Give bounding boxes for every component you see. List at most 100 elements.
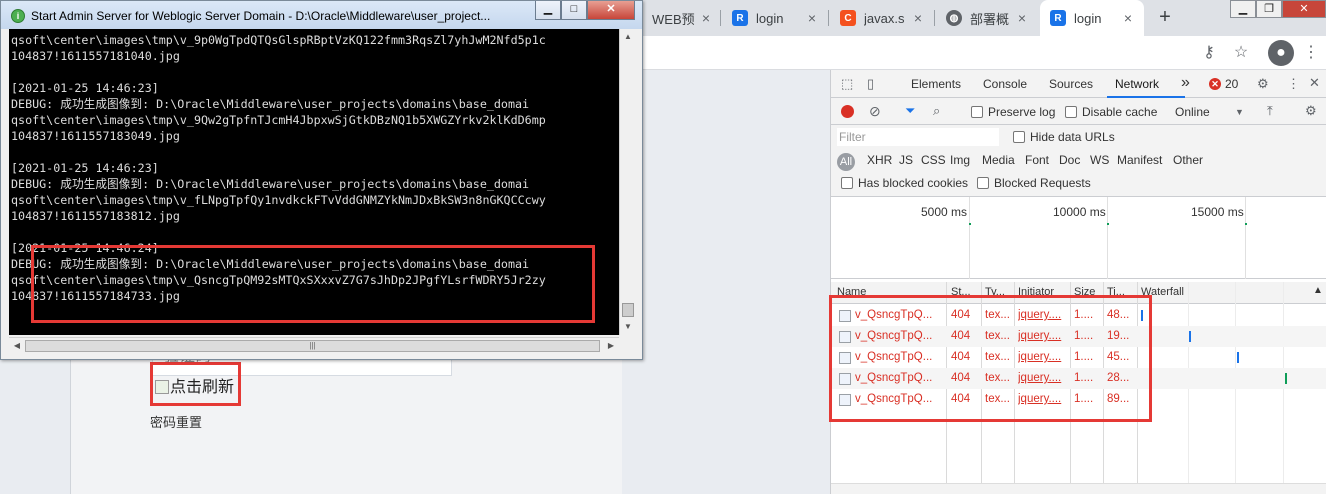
network-settings-gear-icon[interactable]: ⚙ bbox=[1305, 104, 1317, 118]
close-icon[interactable]: × bbox=[910, 10, 926, 26]
close-window-icon[interactable]: ✕ bbox=[1282, 0, 1326, 18]
console-horizontal-scrollbar[interactable]: ◀ ||| ▶ bbox=[9, 337, 619, 354]
type-filter-css[interactable]: CSS bbox=[921, 153, 946, 167]
error-count[interactable]: 20 bbox=[1225, 77, 1238, 91]
throttle-select[interactable]: Online bbox=[1175, 105, 1210, 119]
close-icon[interactable]: ✕ bbox=[587, 1, 635, 20]
type-filter-media[interactable]: Media bbox=[982, 153, 1015, 167]
request-initiator-link[interactable]: jquery.... bbox=[1018, 351, 1068, 363]
has-blocked-cookies-checkbox[interactable] bbox=[841, 177, 853, 189]
request-initiator-link[interactable]: jquery.... bbox=[1018, 309, 1068, 321]
blocked-requests-checkbox[interactable] bbox=[977, 177, 989, 189]
filter-input[interactable]: Filter bbox=[837, 128, 999, 146]
request-row[interactable]: v_QsncgTpQ... 404 tex... jquery.... 1.... 28.… bbox=[831, 368, 1326, 389]
restore-icon[interactable]: ❐ bbox=[1256, 0, 1282, 18]
request-initiator-link[interactable]: jquery.... bbox=[1018, 372, 1068, 384]
type-filter-other[interactable]: Other bbox=[1173, 153, 1203, 167]
type-filter-img[interactable]: Img bbox=[950, 153, 970, 167]
menu-dots-icon[interactable]: ⋮ bbox=[1287, 77, 1300, 91]
close-icon[interactable]: × bbox=[1120, 10, 1136, 26]
type-filter-js[interactable]: JS bbox=[899, 153, 913, 167]
minimize-icon[interactable]: ▁ bbox=[1230, 0, 1256, 18]
type-filter-all[interactable]: All bbox=[837, 153, 855, 171]
type-filter-xhr[interactable]: XHR bbox=[867, 153, 892, 167]
request-initiator-link[interactable]: jquery.... bbox=[1018, 330, 1068, 342]
has-blocked-cookies-label: Has blocked cookies bbox=[858, 176, 969, 190]
preserve-log-checkbox[interactable] bbox=[971, 106, 983, 118]
request-name: v_QsncgTpQ... bbox=[855, 330, 933, 342]
filter-funnel-icon[interactable]: ⏷ bbox=[905, 104, 915, 118]
disable-cache-label: Disable cache bbox=[1082, 105, 1158, 119]
browser-tab-deploy[interactable]: ◍ 部署概 × bbox=[936, 0, 1038, 36]
type-filter-font[interactable]: Font bbox=[1025, 153, 1049, 167]
chevron-down-icon[interactable]: ▼ bbox=[1235, 105, 1244, 119]
captcha-image[interactable]: 点击刷新 bbox=[150, 362, 241, 406]
close-icon[interactable]: × bbox=[804, 10, 820, 26]
tab-console[interactable]: Console bbox=[983, 77, 1027, 91]
console-window-title: Start Admin Server for Weblogic Server D… bbox=[31, 9, 491, 23]
disable-cache-checkbox[interactable] bbox=[1065, 106, 1077, 118]
bookmark-star-icon[interactable]: ☆ bbox=[1230, 42, 1252, 64]
maximize-icon[interactable]: □ bbox=[561, 1, 587, 20]
type-filter-ws[interactable]: WS bbox=[1090, 153, 1109, 167]
scroll-down-icon[interactable]: ▼ bbox=[620, 319, 636, 335]
browser-tab-login[interactable]: R login × bbox=[722, 0, 828, 36]
inspect-element-icon[interactable]: ⬚ bbox=[841, 77, 853, 91]
device-toolbar-icon[interactable]: ▯ bbox=[867, 77, 874, 91]
browser-tab-web[interactable]: WEB预 × bbox=[642, 0, 718, 36]
tab-network[interactable]: Network bbox=[1115, 77, 1159, 91]
more-tabs-button[interactable]: » bbox=[1181, 74, 1190, 92]
column-header-size[interactable]: Size bbox=[1074, 286, 1104, 298]
scrollbar-thumb[interactable] bbox=[622, 303, 634, 317]
network-overview-timeline[interactable]: 5000 ms 10000 ms 15000 ms bbox=[831, 197, 1326, 279]
search-icon[interactable]: ⌕ bbox=[933, 104, 940, 118]
column-header-status[interactable]: St... bbox=[951, 286, 981, 298]
request-row[interactable]: v_QsncgTpQ... 404 tex... jquery.... 1.... 48.… bbox=[831, 305, 1326, 326]
request-status: 404 bbox=[951, 330, 971, 342]
request-size: 1.... bbox=[1074, 372, 1094, 384]
scroll-right-icon[interactable]: ▶ bbox=[603, 338, 619, 354]
column-header-name[interactable]: Name bbox=[837, 286, 937, 298]
scrollbar-thumb[interactable]: ||| bbox=[25, 340, 600, 352]
type-filter-manifest[interactable]: Manifest bbox=[1117, 153, 1162, 167]
console-title-bar[interactable]: i Start Admin Server for Weblogic Server… bbox=[1, 1, 642, 29]
console-vertical-scrollbar[interactable]: ▲ ▼ bbox=[619, 29, 636, 335]
network-request-table: Name St... Ty... Initiator Size Ti... Wa… bbox=[831, 282, 1326, 494]
console-line: [2021-01-25 14:46:23] bbox=[11, 81, 159, 95]
profile-avatar-icon[interactable]: ● bbox=[1268, 40, 1294, 66]
password-reset-link[interactable]: 密码重置 bbox=[150, 412, 202, 431]
close-devtools-icon[interactable]: ✕ bbox=[1309, 76, 1320, 90]
browser-tab-javax[interactable]: C javax.s × bbox=[830, 0, 934, 36]
table-horizontal-scrollbar[interactable] bbox=[831, 483, 1326, 494]
menu-dots-icon[interactable]: ⋮ bbox=[1300, 42, 1322, 64]
clear-icon[interactable]: ⊘ bbox=[869, 104, 881, 118]
scroll-up-icon[interactable]: ▲ bbox=[620, 29, 636, 45]
request-row[interactable]: v_QsncgTpQ... 404 tex... jquery.... 1.... 89.… bbox=[831, 389, 1326, 410]
close-icon[interactable]: × bbox=[698, 10, 714, 26]
column-header-initiator[interactable]: Initiator bbox=[1018, 286, 1068, 298]
sort-up-icon[interactable]: ▲ bbox=[1313, 285, 1323, 296]
column-header-type[interactable]: Ty... bbox=[985, 286, 1015, 298]
tab-elements[interactable]: Elements bbox=[911, 77, 961, 91]
new-tab-button[interactable]: + bbox=[1153, 6, 1177, 30]
minimize-icon[interactable]: ▁ bbox=[535, 1, 561, 20]
error-icon[interactable]: ✕ bbox=[1209, 78, 1221, 90]
request-row[interactable]: v_QsncgTpQ... 404 tex... jquery.... 1.... 19.… bbox=[831, 326, 1326, 347]
settings-gear-icon[interactable]: ⚙ bbox=[1257, 77, 1269, 91]
key-icon[interactable]: ⚷ bbox=[1198, 42, 1220, 64]
record-icon[interactable] bbox=[841, 105, 854, 118]
column-header-waterfall[interactable]: Waterfall bbox=[1141, 286, 1221, 298]
scroll-left-icon[interactable]: ◀ bbox=[9, 338, 25, 354]
request-type: tex... bbox=[985, 351, 1010, 363]
hide-data-urls-checkbox[interactable] bbox=[1013, 131, 1025, 143]
request-row[interactable]: v_QsncgTpQ... 404 tex... jquery.... 1.... 45.… bbox=[831, 347, 1326, 368]
waterfall-bar bbox=[1189, 331, 1191, 342]
browser-tab-login-active[interactable]: R login × bbox=[1040, 0, 1144, 36]
column-header-time[interactable]: Ti... bbox=[1107, 286, 1137, 298]
tab-sources[interactable]: Sources bbox=[1049, 77, 1093, 91]
request-initiator-link[interactable]: jquery.... bbox=[1018, 393, 1068, 405]
close-icon[interactable]: × bbox=[1014, 10, 1030, 26]
console-output[interactable]: qsoft\center\images\tmp\v_9p0WgTpdQTQsGl… bbox=[9, 29, 635, 335]
import-har-icon[interactable]: ⤒ bbox=[1267, 104, 1273, 118]
type-filter-doc[interactable]: Doc bbox=[1059, 153, 1080, 167]
